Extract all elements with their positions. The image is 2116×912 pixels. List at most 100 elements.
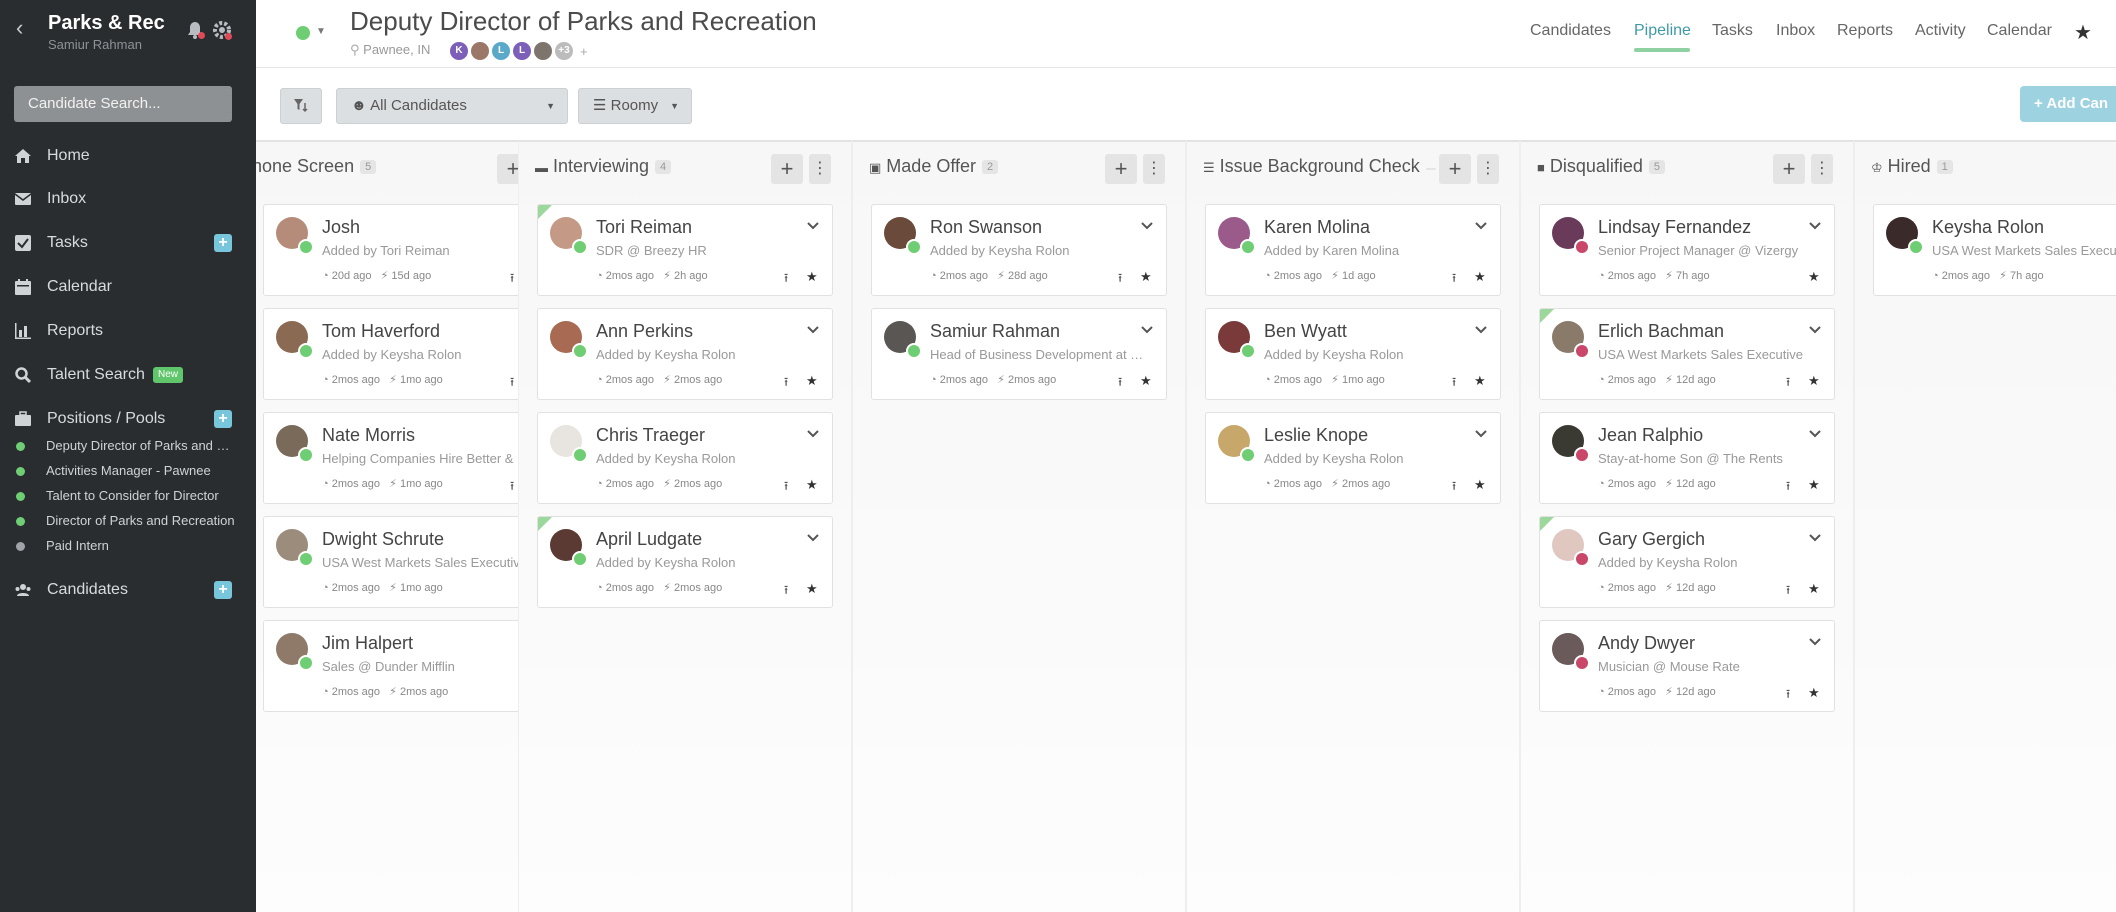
back-arrow-icon[interactable]: ‹ [16,16,36,40]
candidate-filter-dropdown[interactable]: ☻ All Candidates ▼ [336,88,568,124]
column-menu-button[interactable]: ⋮ [809,154,831,184]
chevron-down-icon[interactable] [1808,219,1822,233]
candidate-card[interactable]: Lindsay Fernandez Senior Project Manager … [1539,204,1835,296]
share-icon[interactable]: ⭱ [1786,581,1800,597]
add-task-button[interactable]: + [214,234,232,252]
tab-activity[interactable]: Activity [1915,22,1966,40]
star-icon[interactable]: ★ [1474,373,1488,388]
candidate-card[interactable]: Ron Swanson Added by Keysha Rolon ◔ 2mos a… [871,204,1167,296]
tab-candidates[interactable]: Candidates [1530,22,1611,40]
star-icon[interactable]: ★ [2074,20,2092,45]
nav-calendar[interactable]: Calendar [0,269,256,305]
chevron-down-icon[interactable] [1140,323,1154,337]
star-icon[interactable]: ★ [806,581,820,596]
star-icon[interactable]: ★ [1140,373,1154,388]
add-team-member[interactable]: + [580,44,588,59]
chevron-down-icon[interactable] [806,219,820,233]
position-item[interactable]: Activities Manager - Pawnee [0,459,256,483]
share-icon[interactable]: ⭱ [1452,269,1466,285]
view-density-dropdown[interactable]: ☰ Roomy ▼ [578,88,692,124]
star-icon[interactable]: ★ [1474,269,1488,284]
chevron-down-icon[interactable] [806,427,820,441]
gear-icon[interactable] [212,20,232,40]
star-icon[interactable]: ★ [1808,477,1822,492]
add-candidate-button[interactable]: + Add Can [2020,86,2116,122]
share-icon[interactable]: ⭱ [1452,477,1466,493]
team-avatar[interactable]: +3 [555,42,573,60]
share-icon[interactable]: ⭱ [1786,685,1800,701]
add-to-stage-button[interactable]: + [1439,154,1471,184]
candidate-card[interactable]: Andy Dwyer Musician @ Mouse Rate ◔ 2mos ag… [1539,620,1835,712]
star-icon[interactable]: ★ [1140,269,1154,284]
candidate-card[interactable]: Ann Perkins Added by Keysha Rolon ◔ 2mos a… [537,308,833,400]
candidate-card[interactable]: Jean Ralphio Stay-at-home Son @ The Rents… [1539,412,1835,504]
candidate-card[interactable]: Leslie Knope Added by Keysha Rolon ◔ 2mos … [1205,412,1501,504]
chevron-down-icon[interactable]: ▼ [316,26,326,37]
share-icon[interactable]: ⭱ [1118,373,1132,389]
chevron-down-icon[interactable] [1140,219,1154,233]
candidate-card[interactable]: Samiur Rahman Head of Business Developmen… [871,308,1167,400]
tab-inbox[interactable]: Inbox [1776,22,1815,40]
candidate-card[interactable]: Tori Reiman SDR @ Breezy HR ◔ 2mos ago ⚡ 2… [537,204,833,296]
candidate-card[interactable]: Chris Traeger Added by Keysha Rolon ◔ 2mos… [537,412,833,504]
tab-reports[interactable]: Reports [1837,22,1893,40]
candidate-card[interactable]: Jim Halpert Sales @ Dunder Mifflin ◔ 2mos … [263,620,559,712]
star-icon[interactable]: ★ [1808,581,1822,596]
position-item[interactable]: Deputy Director of Parks and Recreation [0,434,256,458]
star-icon[interactable]: ★ [1808,269,1822,284]
nav-reports[interactable]: Reports [0,313,256,349]
tab-pipeline[interactable]: Pipeline [1634,22,1691,40]
chevron-down-icon[interactable] [1474,427,1488,441]
position-item[interactable]: Talent to Consider for Director [0,484,256,508]
star-icon[interactable]: ★ [806,477,820,492]
star-icon[interactable]: ★ [1808,373,1822,388]
share-icon[interactable]: ⭱ [1786,477,1800,493]
add-to-stage-button[interactable]: + [1773,154,1805,184]
share-icon[interactable]: ⭱ [784,477,798,493]
star-icon[interactable]: ★ [1474,477,1488,492]
candidate-card[interactable]: Dwight Schrute USA West Markets Sales Exe… [263,516,559,608]
share-icon[interactable]: ⭱ [1786,373,1800,389]
candidate-card[interactable]: Ben Wyatt Added by Keysha Rolon ◔ 2mos ago… [1205,308,1501,400]
nav-home[interactable]: Home [0,138,256,174]
column-menu-button[interactable]: ⋮ [1477,154,1499,184]
chevron-down-icon[interactable] [1808,635,1822,649]
share-icon[interactable]: ⭱ [1118,269,1132,285]
candidate-card[interactable]: Tom Haverford Added by Keysha Rolon ◔ 2mos… [263,308,559,400]
star-icon[interactable]: ★ [1808,685,1822,700]
status-indicator[interactable] [296,26,310,40]
tab-calendar[interactable]: Calendar [1987,22,2052,40]
candidate-card[interactable]: April Ludgate Added by Keysha Rolon ◔ 2mos… [537,516,833,608]
add-position-button[interactable]: + [214,410,232,428]
position-item[interactable]: Paid Intern [0,534,256,558]
candidate-card[interactable]: Josh Added by Tori Reiman ◔ 20d ago ⚡ 15d … [263,204,559,296]
add-candidate-button-sidebar[interactable]: + [214,581,232,599]
team-avatar[interactable]: K [450,42,468,60]
nav-talent-search[interactable]: Talent Search New [0,357,256,393]
position-item[interactable]: Director of Parks and Recreation [0,509,256,533]
nav-tasks[interactable]: Tasks + [0,225,256,261]
chevron-down-icon[interactable] [1474,219,1488,233]
tab-tasks[interactable]: Tasks [1712,22,1753,40]
share-icon[interactable]: ⭱ [784,581,798,597]
team-avatar[interactable]: L [492,42,510,60]
chevron-down-icon[interactable] [806,323,820,337]
share-icon[interactable]: ⭱ [1452,373,1466,389]
team-avatar[interactable]: L [513,42,531,60]
candidate-card[interactable]: Nate Morris Helping Companies Hire Better… [263,412,559,504]
share-icon[interactable]: ⭱ [784,373,798,389]
nav-positions[interactable]: Positions / Pools + [0,401,256,437]
star-icon[interactable]: ★ [806,373,820,388]
candidate-card[interactable]: Erlich Bachman USA West Markets Sales Exe… [1539,308,1835,400]
column-menu-button[interactable]: ⋮ [1811,154,1833,184]
team-avatar[interactable] [471,42,489,60]
chevron-down-icon[interactable] [1808,427,1822,441]
candidate-card[interactable]: Gary Gergich Added by Keysha Rolon ◔ 2mos … [1539,516,1835,608]
chevron-down-icon[interactable] [806,531,820,545]
chevron-down-icon[interactable] [1808,323,1822,337]
share-icon[interactable]: ⭱ [784,269,798,285]
add-to-stage-button[interactable]: + [1105,154,1137,184]
candidate-card[interactable]: Karen Molina Added by Karen Molina ◔ 2mos … [1205,204,1501,296]
filter-sort-button[interactable] [280,88,322,124]
chevron-down-icon[interactable] [1808,531,1822,545]
